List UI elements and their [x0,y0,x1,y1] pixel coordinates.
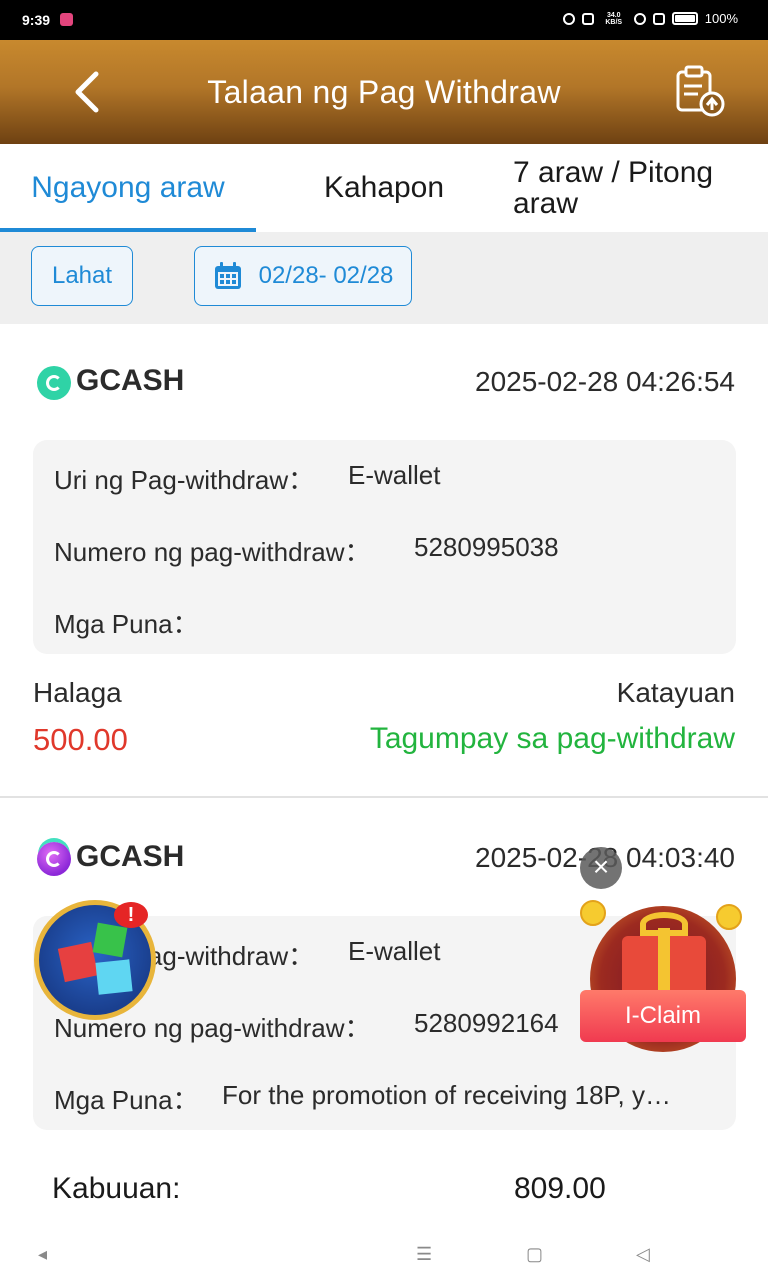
battery-icon [671,12,698,25]
mute-icon [581,12,594,25]
claim-gift-button[interactable]: I-Claim [580,898,746,1058]
coin-icon [580,900,606,926]
record-datetime: 2025-02-28 04:26:54 [475,366,735,397]
status-label: Katayuan [616,677,735,708]
tab-today[interactable]: Ngayong araw [0,144,256,232]
coin-icon [716,904,742,930]
alert-badge: ! [114,902,148,928]
network-speed: 34.0 KB/S [605,11,623,26]
payment-method: GCASH [76,840,185,873]
wifi-icon [633,12,646,25]
withdraw-type-row: Uri ng Pag-withdraw： E-wallet [54,460,440,497]
app-header: Talaan ng Pag Withdraw [0,40,768,144]
remarks-value: For the promotion of receiving 18P, y… [222,1080,671,1110]
withdraw-record[interactable]: GCASH 2025-02-28 04:26:54 Uri ng Pag-wit… [0,324,768,798]
date-range-text: 02/28- 02/28 [258,262,394,289]
amount-label: Halaga [33,677,122,708]
withdraw-number-row: Numero ng pag-withdraw： 5280995038 [54,532,559,569]
status-bar: 9:39 34.0 KB/S 100% [0,0,768,40]
amount-value: 500.00 [33,722,128,757]
cube-piece [92,922,128,958]
remarks-label: Mga Puna： [54,609,199,639]
nav-home-icon[interactable]: ▢ [526,1244,543,1265]
nav-back-icon[interactable]: ◁ [636,1244,650,1265]
gcash-logo-icon [37,842,71,876]
calendar-icon [214,262,241,289]
withdraw-type-value: E-wallet [348,936,441,966]
signal-icon [652,12,665,25]
remarks-row: Mga Puna： [54,604,199,641]
claim-label: I-Claim [580,990,746,1042]
tab-yesterday[interactable]: Kahapon [256,144,512,232]
payment-method: GCASH [76,364,185,397]
total-label: Kabuuan: [52,1172,181,1205]
system-nav-bar: ◂ ☰ ▢ ◁ [0,1232,768,1280]
page-title: Talaan ng Pag Withdraw [207,74,561,110]
status-value: Tagumpay sa pag-withdraw [369,722,735,755]
withdraw-number-label: Numero ng pag-withdraw： [54,537,371,567]
withdraw-type-label: Uri ng Pag-withdraw： [54,465,315,495]
type-filter-button[interactable]: Lahat [31,246,133,306]
nav-menu-icon[interactable]: ☰ [416,1244,432,1265]
date-tabs: Ngayong araw Kahapon 7 araw / Pitong ara… [0,144,768,232]
withdraw-number-value: 5280995038 [414,532,559,562]
gcash-logo-icon [37,366,71,400]
close-icon[interactable]: × [580,847,622,889]
clipboard-upload-icon [676,65,725,117]
withdraw-number-value: 5280992164 [414,1008,559,1038]
app-notification-icon [60,13,73,26]
remarks-row: Mga Puna： For the promotion of receiving… [54,1080,671,1117]
withdraw-type-value: E-wallet [348,460,441,490]
filter-bar: Lahat 02/28- 02/28 [0,232,768,324]
remarks-label: Mga Puna： [54,1085,199,1115]
cube-game-icon [57,941,99,983]
status-icons: 34.0 KB/S 100% [562,11,738,26]
withdraw-record-button[interactable] [672,64,728,120]
tab-seven-days[interactable]: 7 araw / Pitong araw [513,144,753,232]
battery-level: 100% [704,11,738,26]
headphones-icon [562,12,575,25]
status-time: 9:39 [22,12,51,28]
record-details: Uri ng Pag-withdraw： E-wallet Numero ng … [33,440,736,654]
date-range-button[interactable]: 02/28- 02/28 [194,246,412,306]
cube-piece [95,959,133,995]
total-value: 809.00 [514,1172,606,1205]
nav-left-icon[interactable]: ◂ [38,1244,47,1265]
record-header: GCASH 2025-02-28 04:26:54 [0,324,768,440]
